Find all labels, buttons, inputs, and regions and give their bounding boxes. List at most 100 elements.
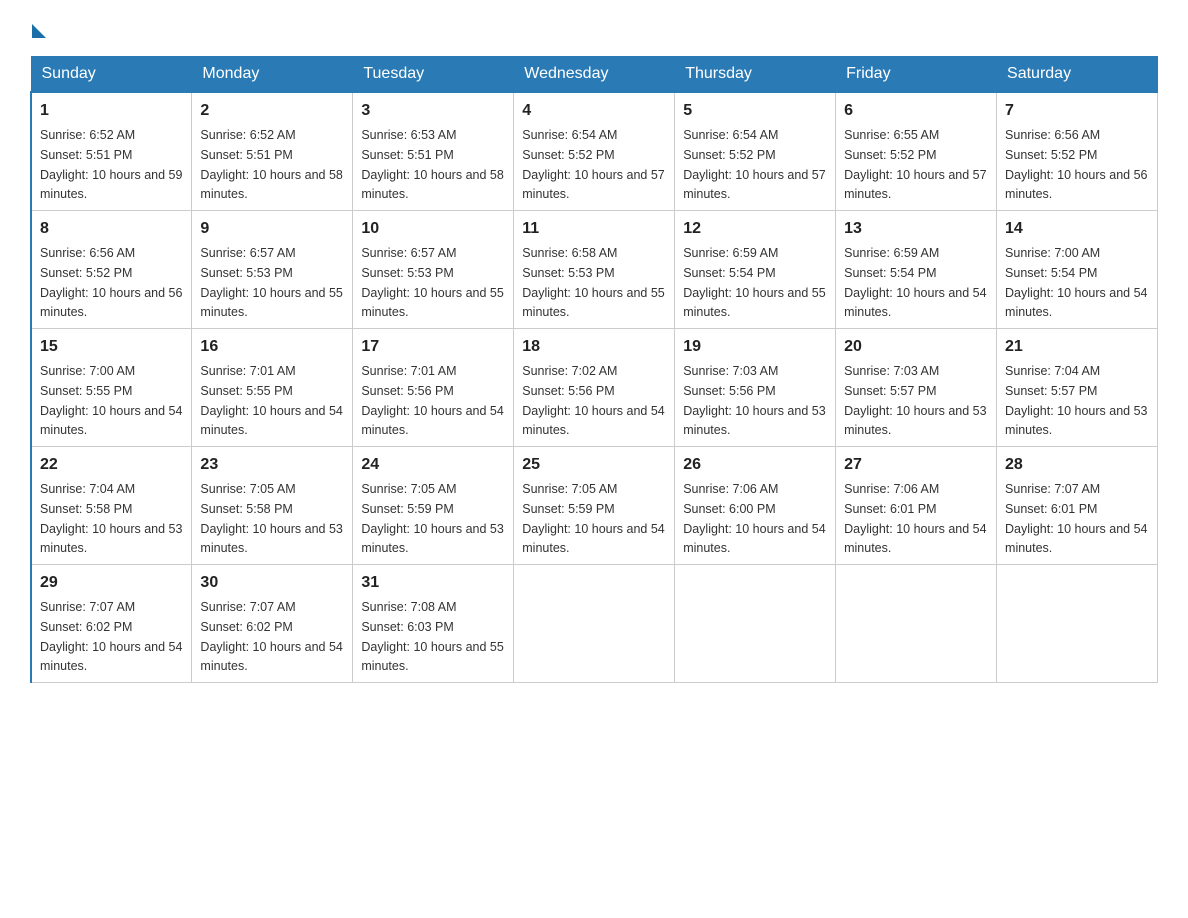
day-number: 30 bbox=[200, 571, 344, 595]
calendar-header-row: SundayMondayTuesdayWednesdayThursdayFrid… bbox=[31, 57, 1158, 93]
calendar-cell: 23Sunrise: 7:05 AMSunset: 5:58 PMDayligh… bbox=[192, 447, 353, 565]
calendar-week-row: 1 Sunrise: 6:52 AMSunset: 5:51 PMDaylight… bbox=[31, 92, 1158, 211]
day-number: 31 bbox=[361, 571, 505, 595]
day-info: Sunrise: 7:03 AMSunset: 5:56 PMDaylight:… bbox=[683, 364, 825, 437]
day-info: Sunrise: 7:05 AMSunset: 5:59 PMDaylight:… bbox=[522, 482, 664, 555]
day-number: 17 bbox=[361, 335, 505, 359]
calendar-cell: 4 Sunrise: 6:54 AMSunset: 5:52 PMDaylight… bbox=[514, 92, 675, 211]
day-info: Sunrise: 6:55 AMSunset: 5:52 PMDaylight:… bbox=[844, 128, 986, 201]
day-number: 28 bbox=[1005, 453, 1149, 477]
calendar-cell: 10 Sunrise: 6:57 AMSunset: 5:53 PMDayligh… bbox=[353, 211, 514, 329]
day-number: 9 bbox=[200, 217, 344, 241]
day-number: 26 bbox=[683, 453, 827, 477]
calendar-cell: 21 Sunrise: 7:04 AMSunset: 5:57 PMDayligh… bbox=[997, 329, 1158, 447]
calendar-cell: 22Sunrise: 7:04 AMSunset: 5:58 PMDayligh… bbox=[31, 447, 192, 565]
day-info: Sunrise: 6:58 AMSunset: 5:53 PMDaylight:… bbox=[522, 246, 664, 319]
calendar-week-row: 22Sunrise: 7:04 AMSunset: 5:58 PMDayligh… bbox=[31, 447, 1158, 565]
day-info: Sunrise: 6:59 AMSunset: 5:54 PMDaylight:… bbox=[844, 246, 986, 319]
calendar-cell bbox=[997, 565, 1158, 683]
calendar-cell: 13 Sunrise: 6:59 AMSunset: 5:54 PMDayligh… bbox=[836, 211, 997, 329]
calendar-header-thursday: Thursday bbox=[675, 57, 836, 93]
calendar-week-row: 8Sunrise: 6:56 AMSunset: 5:52 PMDaylight… bbox=[31, 211, 1158, 329]
logo bbox=[30, 20, 46, 38]
logo-arrow-icon bbox=[32, 24, 46, 38]
day-number: 13 bbox=[844, 217, 988, 241]
day-info: Sunrise: 7:07 AMSunset: 6:02 PMDaylight:… bbox=[40, 600, 182, 673]
calendar-cell: 2 Sunrise: 6:52 AMSunset: 5:51 PMDaylight… bbox=[192, 92, 353, 211]
calendar-cell: 15 Sunrise: 7:00 AMSunset: 5:55 PMDayligh… bbox=[31, 329, 192, 447]
day-number: 18 bbox=[522, 335, 666, 359]
day-number: 23 bbox=[200, 453, 344, 477]
day-number: 6 bbox=[844, 99, 988, 123]
calendar-cell: 30 Sunrise: 7:07 AMSunset: 6:02 PMDayligh… bbox=[192, 565, 353, 683]
calendar-cell: 11 Sunrise: 6:58 AMSunset: 5:53 PMDayligh… bbox=[514, 211, 675, 329]
day-info: Sunrise: 7:01 AMSunset: 5:55 PMDaylight:… bbox=[200, 364, 342, 437]
day-info: Sunrise: 6:54 AMSunset: 5:52 PMDaylight:… bbox=[522, 128, 664, 201]
calendar-cell: 20Sunrise: 7:03 AMSunset: 5:57 PMDayligh… bbox=[836, 329, 997, 447]
calendar-cell bbox=[514, 565, 675, 683]
day-number: 24 bbox=[361, 453, 505, 477]
calendar-week-row: 29 Sunrise: 7:07 AMSunset: 6:02 PMDayligh… bbox=[31, 565, 1158, 683]
calendar-cell: 29 Sunrise: 7:07 AMSunset: 6:02 PMDayligh… bbox=[31, 565, 192, 683]
calendar-cell: 18 Sunrise: 7:02 AMSunset: 5:56 PMDayligh… bbox=[514, 329, 675, 447]
calendar-cell: 25 Sunrise: 7:05 AMSunset: 5:59 PMDayligh… bbox=[514, 447, 675, 565]
calendar-header-sunday: Sunday bbox=[31, 57, 192, 93]
day-number: 12 bbox=[683, 217, 827, 241]
calendar-cell: 24 Sunrise: 7:05 AMSunset: 5:59 PMDayligh… bbox=[353, 447, 514, 565]
calendar-cell: 6 Sunrise: 6:55 AMSunset: 5:52 PMDaylight… bbox=[836, 92, 997, 211]
calendar-cell bbox=[836, 565, 997, 683]
day-number: 7 bbox=[1005, 99, 1149, 123]
day-info: Sunrise: 7:02 AMSunset: 5:56 PMDaylight:… bbox=[522, 364, 664, 437]
header bbox=[30, 20, 1158, 38]
day-number: 2 bbox=[200, 99, 344, 123]
day-info: Sunrise: 6:59 AMSunset: 5:54 PMDaylight:… bbox=[683, 246, 825, 319]
day-number: 1 bbox=[40, 99, 183, 123]
calendar-cell: 12 Sunrise: 6:59 AMSunset: 5:54 PMDayligh… bbox=[675, 211, 836, 329]
day-info: Sunrise: 7:06 AMSunset: 6:00 PMDaylight:… bbox=[683, 482, 825, 555]
calendar-cell: 28Sunrise: 7:07 AMSunset: 6:01 PMDayligh… bbox=[997, 447, 1158, 565]
calendar-cell: 17 Sunrise: 7:01 AMSunset: 5:56 PMDayligh… bbox=[353, 329, 514, 447]
calendar-cell: 26 Sunrise: 7:06 AMSunset: 6:00 PMDayligh… bbox=[675, 447, 836, 565]
day-number: 5 bbox=[683, 99, 827, 123]
calendar-cell: 7 Sunrise: 6:56 AMSunset: 5:52 PMDaylight… bbox=[997, 92, 1158, 211]
day-number: 8 bbox=[40, 217, 183, 241]
calendar-cell: 5Sunrise: 6:54 AMSunset: 5:52 PMDaylight… bbox=[675, 92, 836, 211]
calendar-table: SundayMondayTuesdayWednesdayThursdayFrid… bbox=[30, 56, 1158, 683]
calendar-cell: 9Sunrise: 6:57 AMSunset: 5:53 PMDaylight… bbox=[192, 211, 353, 329]
day-number: 29 bbox=[40, 571, 183, 595]
day-number: 25 bbox=[522, 453, 666, 477]
day-number: 16 bbox=[200, 335, 344, 359]
day-number: 11 bbox=[522, 217, 666, 241]
calendar-cell: 31Sunrise: 7:08 AMSunset: 6:03 PMDayligh… bbox=[353, 565, 514, 683]
calendar-cell: 16 Sunrise: 7:01 AMSunset: 5:55 PMDayligh… bbox=[192, 329, 353, 447]
day-info: Sunrise: 6:52 AMSunset: 5:51 PMDaylight:… bbox=[40, 128, 182, 201]
calendar-cell: 1 Sunrise: 6:52 AMSunset: 5:51 PMDaylight… bbox=[31, 92, 192, 211]
day-number: 14 bbox=[1005, 217, 1149, 241]
day-number: 21 bbox=[1005, 335, 1149, 359]
calendar-cell bbox=[675, 565, 836, 683]
day-info: Sunrise: 6:56 AMSunset: 5:52 PMDaylight:… bbox=[1005, 128, 1147, 201]
calendar-header-monday: Monday bbox=[192, 57, 353, 93]
day-info: Sunrise: 7:04 AMSunset: 5:57 PMDaylight:… bbox=[1005, 364, 1147, 437]
day-info: Sunrise: 7:01 AMSunset: 5:56 PMDaylight:… bbox=[361, 364, 503, 437]
day-info: Sunrise: 7:07 AMSunset: 6:02 PMDaylight:… bbox=[200, 600, 342, 673]
day-info: Sunrise: 6:53 AMSunset: 5:51 PMDaylight:… bbox=[361, 128, 503, 201]
day-number: 20 bbox=[844, 335, 988, 359]
day-info: Sunrise: 6:52 AMSunset: 5:51 PMDaylight:… bbox=[200, 128, 342, 201]
calendar-cell: 14 Sunrise: 7:00 AMSunset: 5:54 PMDayligh… bbox=[997, 211, 1158, 329]
calendar-cell: 3Sunrise: 6:53 AMSunset: 5:51 PMDaylight… bbox=[353, 92, 514, 211]
day-info: Sunrise: 7:04 AMSunset: 5:58 PMDaylight:… bbox=[40, 482, 182, 555]
calendar-cell: 27Sunrise: 7:06 AMSunset: 6:01 PMDayligh… bbox=[836, 447, 997, 565]
day-info: Sunrise: 7:05 AMSunset: 5:59 PMDaylight:… bbox=[361, 482, 503, 555]
day-number: 10 bbox=[361, 217, 505, 241]
calendar-cell: 8Sunrise: 6:56 AMSunset: 5:52 PMDaylight… bbox=[31, 211, 192, 329]
day-info: Sunrise: 7:00 AMSunset: 5:55 PMDaylight:… bbox=[40, 364, 182, 437]
day-info: Sunrise: 7:06 AMSunset: 6:01 PMDaylight:… bbox=[844, 482, 986, 555]
calendar-header-wednesday: Wednesday bbox=[514, 57, 675, 93]
day-info: Sunrise: 7:00 AMSunset: 5:54 PMDaylight:… bbox=[1005, 246, 1147, 319]
day-info: Sunrise: 6:57 AMSunset: 5:53 PMDaylight:… bbox=[361, 246, 503, 319]
day-number: 15 bbox=[40, 335, 183, 359]
day-number: 19 bbox=[683, 335, 827, 359]
calendar-header-friday: Friday bbox=[836, 57, 997, 93]
day-number: 4 bbox=[522, 99, 666, 123]
